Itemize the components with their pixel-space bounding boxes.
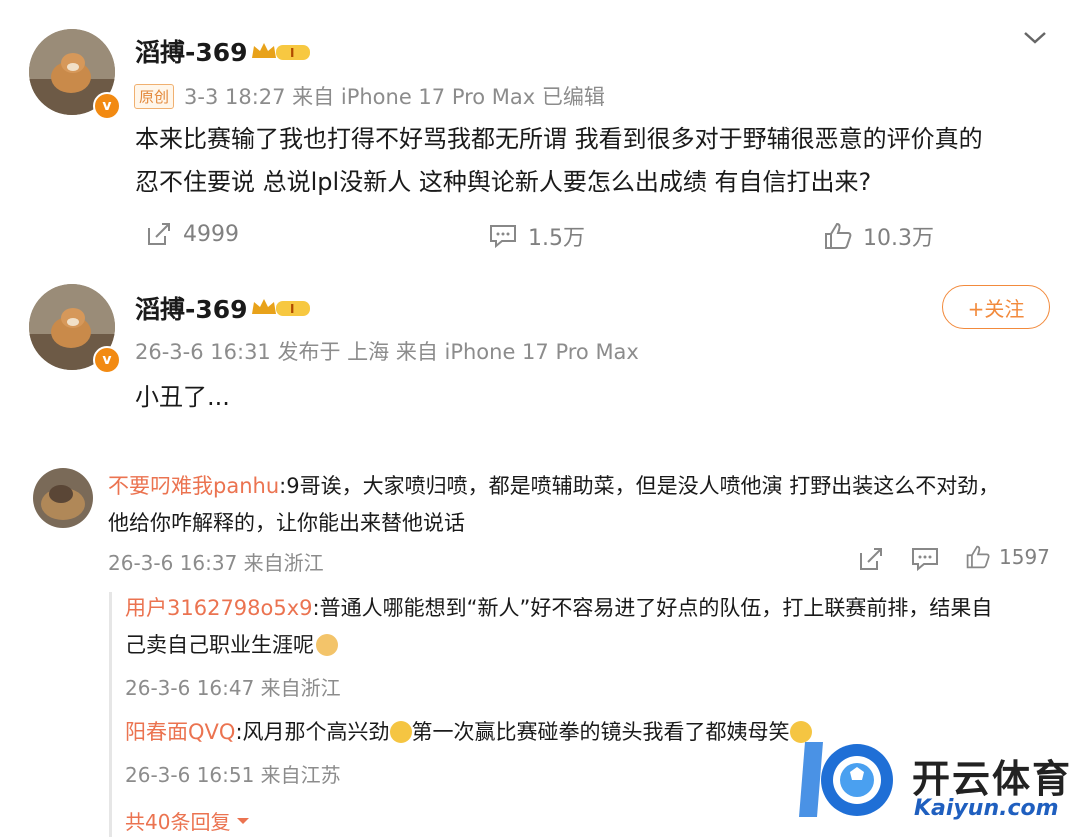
post-content: 小丑了... bbox=[135, 383, 230, 411]
reply-body: :风月那个高兴劲 bbox=[235, 720, 390, 744]
more-replies-label: 共40条回复 bbox=[125, 810, 231, 834]
caret-down-icon bbox=[237, 817, 250, 824]
repost-button[interactable]: 4999 bbox=[145, 220, 239, 248]
more-replies-link[interactable]: 共40条回复 bbox=[125, 806, 250, 835]
reply-body: 第一次赢比赛碰拳的镜头我看了都姨母笑 bbox=[411, 720, 790, 744]
reply-meta: 26-3-6 16:47 来自浙江 bbox=[125, 676, 341, 700]
reply-meta: 26-3-6 16:51 来自江苏 bbox=[125, 763, 341, 787]
reply-thread-line bbox=[109, 592, 112, 837]
thumbs-up-icon bbox=[825, 222, 852, 249]
username[interactable]: 滔搏-369 bbox=[135, 33, 248, 69]
verified-badge-icon: v bbox=[93, 346, 121, 374]
like-count: 10.3万 bbox=[863, 226, 934, 251]
comment-author[interactable]: 不要叼难我panhu bbox=[108, 474, 279, 498]
reply-text: 阳春面QVQ:风月那个高兴劲 第一次赢比赛碰拳的镜头我看了都姨母笑 bbox=[125, 714, 1060, 751]
svg-text:I: I bbox=[290, 46, 294, 60]
post-content: 本来比赛输了我也打得不好骂我都无所谓 我看到很多对于野辅很恶意的评价真的 忍不住… bbox=[135, 118, 1065, 204]
reply-author[interactable]: 阳春面QVQ bbox=[125, 720, 235, 744]
reply-body: 己卖自己职业生涯呢 bbox=[125, 633, 314, 657]
comment-like-button[interactable]: 1597 bbox=[965, 544, 1050, 570]
laugh-cry-emoji-icon bbox=[389, 721, 412, 743]
repost-count: 4999 bbox=[183, 221, 239, 247]
watermark-title: 开云体育 bbox=[912, 757, 1073, 801]
watermark-subtitle: Kaiyun.com bbox=[914, 796, 1059, 821]
reply-author[interactable]: 用户3162798o5x9 bbox=[125, 596, 313, 620]
post-content-line: 忍不住要说 总说lpl没新人 这种舆论新人要怎么出成绩 有自信打出来? bbox=[135, 168, 872, 196]
post-content-line: 本来比赛输了我也打得不好骂我都无所谓 我看到很多对于野辅很恶意的评价真的 bbox=[135, 125, 983, 153]
kaiyun-logo bbox=[795, 722, 905, 836]
level-badge-icon: I bbox=[250, 40, 314, 68]
comment-button[interactable]: 1.5万 bbox=[488, 220, 585, 252]
username[interactable]: 滔搏-369 bbox=[135, 290, 248, 326]
comment-body: :9哥诶，大家喷归喷，都是喷辅助菜，但是没人喷他演 打野出装这么不对劲， bbox=[279, 474, 1000, 498]
comment-avatar[interactable] bbox=[33, 468, 93, 528]
thumbs-up-icon bbox=[966, 545, 990, 569]
post-meta: 26-3-6 16:31 发布于 上海 来自 iPhone 17 Pro Max bbox=[135, 340, 639, 364]
post-meta: 3-3 18:27 来自 iPhone 17 Pro Max 已编辑 bbox=[184, 85, 605, 109]
comment-meta: 26-3-6 16:37 来自浙江 bbox=[108, 551, 324, 575]
comment-like-count: 1597 bbox=[999, 545, 1050, 569]
verified-badge-icon: v bbox=[93, 92, 121, 120]
follow-button[interactable]: +关注 bbox=[942, 285, 1050, 329]
comment-body: 他给你咋解释的，让你能出来替他说话 bbox=[108, 511, 465, 535]
comment-reply-icon[interactable] bbox=[911, 546, 939, 576]
svg-text:I: I bbox=[290, 302, 294, 316]
comment-icon bbox=[490, 225, 516, 249]
doge-emoji-icon bbox=[316, 634, 338, 656]
like-button[interactable]: 10.3万 bbox=[823, 220, 934, 252]
more-options-chevron-icon[interactable] bbox=[1020, 28, 1050, 52]
reply-text: 用户3162798o5x9:普通人哪能想到“新人”好不容易进了好点的队伍，打上联… bbox=[125, 590, 1060, 664]
original-tag: 原创 bbox=[134, 83, 175, 109]
repost-icon bbox=[148, 223, 170, 245]
comment-text: 不要叼难我panhu:9哥诶，大家喷归喷，都是喷辅助菜，但是没人喷他演 打野出装… bbox=[108, 468, 1058, 542]
comment-count: 1.5万 bbox=[528, 226, 585, 251]
level-badge-icon: I bbox=[250, 296, 314, 324]
reply-body: :普通人哪能想到“新人”好不容易进了好点的队伍，打上联赛前排，结果自 bbox=[312, 596, 993, 620]
comment-share-icon[interactable] bbox=[858, 546, 884, 576]
